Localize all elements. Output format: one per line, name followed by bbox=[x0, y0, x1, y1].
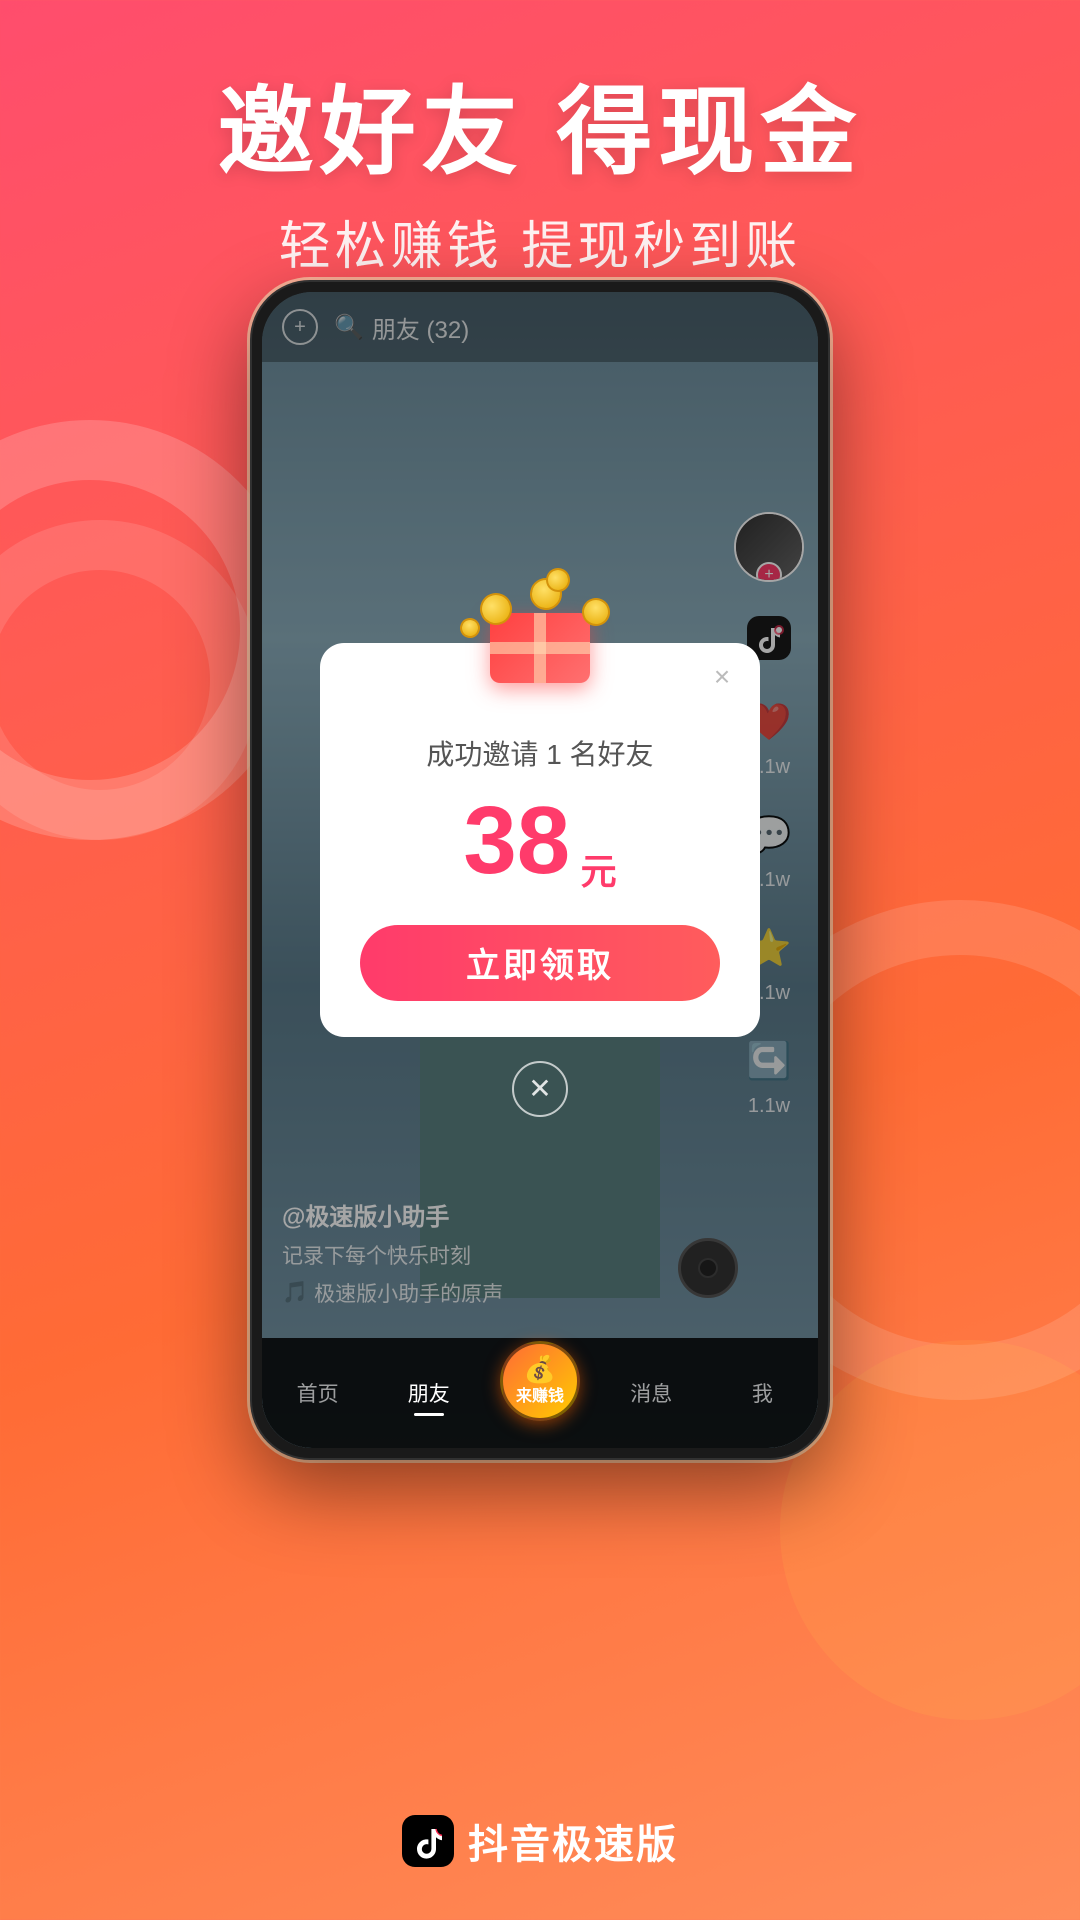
reward-amount: 38 bbox=[463, 793, 570, 889]
money-bag-icon: 💰 bbox=[524, 1356, 556, 1382]
amount-row: 38 元 bbox=[350, 793, 730, 895]
invite-success-text: 成功邀请 1 名好友 bbox=[350, 733, 730, 773]
coin-5 bbox=[457, 615, 483, 641]
nav-friends-label: 朋友 bbox=[408, 1378, 450, 1408]
modal-overlay: × 成功邀请 1 名好友 38 元 立即领取 ✕ bbox=[262, 292, 818, 1448]
earn-money-badge[interactable]: 💰 来赚钱 bbox=[500, 1341, 580, 1421]
reward-modal: × 成功邀请 1 名好友 38 元 立即领取 ✕ bbox=[320, 643, 760, 1037]
nav-active-indicator bbox=[414, 1413, 444, 1416]
nav-messages[interactable]: 消息 bbox=[596, 1378, 707, 1408]
tiktok-brand-logo bbox=[402, 1815, 454, 1867]
nav-home[interactable]: 首页 bbox=[262, 1378, 373, 1408]
nav-home-label: 首页 bbox=[297, 1378, 339, 1408]
header-section: 邀好友 得现金 轻松赚钱 提现秒到账 bbox=[0, 0, 1080, 279]
nav-center[interactable]: 💰 来赚钱 bbox=[484, 1365, 595, 1421]
nav-me-label: 我 bbox=[752, 1378, 773, 1408]
nav-friends[interactable]: 朋友 bbox=[373, 1378, 484, 1408]
phone-mockup: + 🔍 朋友 (32) + bbox=[250, 280, 830, 1460]
claim-button[interactable]: 立即领取 bbox=[360, 925, 720, 1001]
nav-messages-label: 消息 bbox=[630, 1378, 672, 1408]
modal-body: 成功邀请 1 名好友 38 元 立即领取 bbox=[320, 643, 760, 1001]
dismiss-circle-button[interactable]: ✕ bbox=[512, 1061, 568, 1117]
header-title: 邀好友 得现金 bbox=[0, 80, 1080, 186]
brand-name: 抖音极速版 bbox=[468, 1812, 678, 1870]
header-subtitle: 轻松赚钱 提现秒到账 bbox=[0, 204, 1080, 279]
app-branding: 抖音极速版 bbox=[402, 1812, 678, 1870]
phone-screen: + 🔍 朋友 (32) + bbox=[262, 292, 818, 1448]
nav-me[interactable]: 我 bbox=[707, 1378, 818, 1408]
nav-center-label: 来赚钱 bbox=[516, 1382, 564, 1406]
bottom-nav: 首页 朋友 💰 来赚钱 消息 我 bbox=[262, 1338, 818, 1448]
reward-unit: 元 bbox=[581, 851, 617, 892]
modal-decoration bbox=[440, 563, 640, 683]
phone-frame: + 🔍 朋友 (32) + bbox=[250, 280, 830, 1460]
modal-close-button[interactable]: × bbox=[704, 659, 740, 695]
